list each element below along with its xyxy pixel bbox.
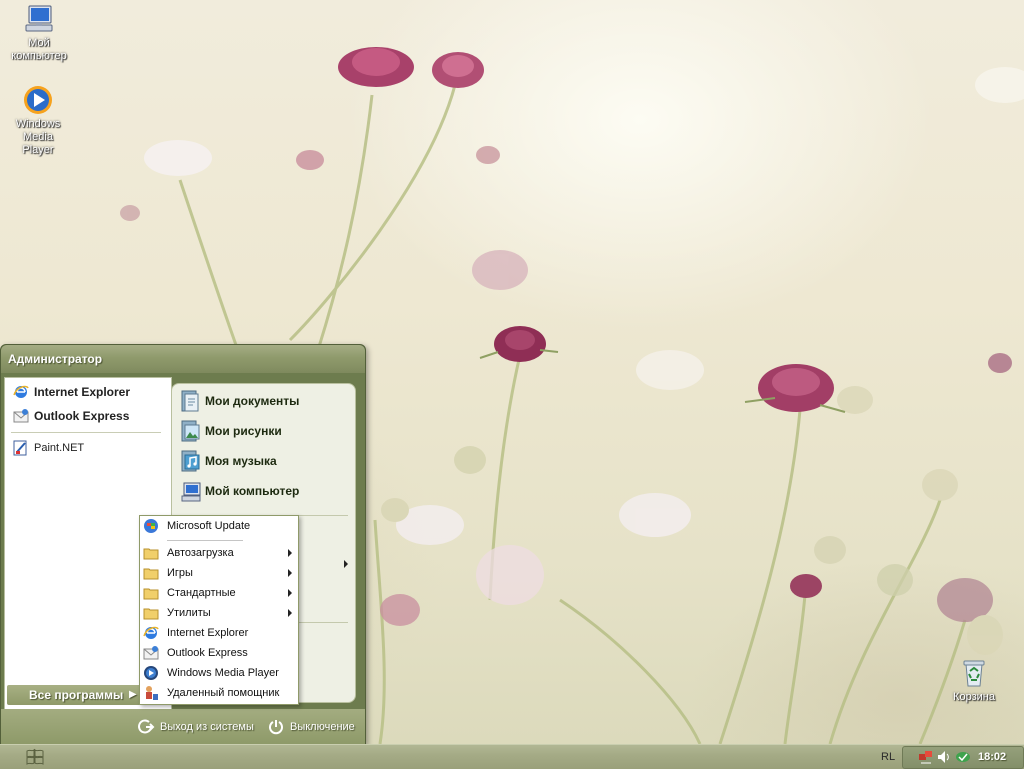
paint-net-icon bbox=[13, 440, 27, 456]
program-label: Microsoft Update bbox=[167, 520, 251, 532]
power-icon bbox=[269, 720, 283, 735]
my-computer-icon bbox=[181, 482, 201, 502]
shutdown-label: Выключение bbox=[290, 721, 355, 733]
program-remote-assistance[interactable]: Удаленный помощник bbox=[140, 683, 298, 703]
pinned-item-label: Outlook Express bbox=[34, 409, 130, 423]
program-folder-utilities[interactable]: Утилиты bbox=[140, 603, 298, 623]
desktop-icon-windows-media-player[interactable]: Windows Media Player bbox=[0, 84, 76, 157]
program-folder-startup[interactable]: Автозагрузка bbox=[140, 543, 298, 563]
logoff-icon bbox=[138, 719, 155, 734]
documents-folder-icon bbox=[181, 390, 199, 412]
language-indicator[interactable]: RL bbox=[881, 745, 895, 769]
outlook-express-icon bbox=[13, 409, 29, 423]
desktop-icon-label: Корзина bbox=[953, 691, 995, 703]
user-name: Администратор bbox=[1, 345, 365, 373]
media-player-icon bbox=[144, 666, 158, 680]
program-folder-games[interactable]: Игры bbox=[140, 563, 298, 583]
program-internet-explorer[interactable]: Internet Explorer bbox=[140, 623, 298, 643]
program-folder-accessories[interactable]: Стандартные bbox=[140, 583, 298, 603]
folder-icon bbox=[143, 608, 159, 620]
program-label: Утилиты bbox=[167, 607, 211, 619]
recycle-bin-icon bbox=[963, 660, 985, 687]
all-programs-label: Все программы bbox=[29, 688, 124, 702]
recent-item-label: Paint.NET bbox=[34, 442, 85, 454]
internet-explorer-icon bbox=[13, 385, 29, 398]
folder-icon bbox=[143, 548, 159, 560]
remote-assistance-icon bbox=[146, 686, 158, 700]
program-label: Outlook Express bbox=[167, 647, 248, 659]
desktop-icon-label: компьютер bbox=[11, 50, 67, 62]
folder-icon bbox=[143, 568, 159, 580]
system-tray: 18:02 bbox=[902, 746, 1024, 769]
volume-icon[interactable] bbox=[936, 749, 952, 765]
arrow-right-icon bbox=[288, 549, 292, 557]
program-windows-media-player[interactable]: Windows Media Player bbox=[140, 663, 298, 683]
program-label: Стандартные bbox=[167, 587, 236, 599]
place-label: Мои рисунки bbox=[205, 424, 282, 438]
music-folder-icon bbox=[181, 450, 200, 472]
internet-explorer-icon bbox=[143, 626, 159, 639]
logoff-label: Выход из системы bbox=[160, 721, 254, 733]
pictures-folder-icon bbox=[181, 420, 200, 442]
program-label: Игры bbox=[167, 567, 193, 579]
place-label: Мой компьютер bbox=[205, 484, 300, 498]
program-label: Автозагрузка bbox=[167, 547, 234, 559]
program-microsoft-update[interactable]: Microsoft Update bbox=[140, 516, 298, 536]
desktop-icon-label: Мой bbox=[28, 37, 50, 49]
taskbar: RL 18:02 bbox=[0, 744, 1024, 769]
desktop-icon-my-computer[interactable]: Мой компьютер bbox=[1, 3, 77, 63]
outlook-express-icon bbox=[143, 646, 159, 660]
windows-logo-icon bbox=[26, 748, 44, 765]
place-label: Моя музыка bbox=[205, 454, 277, 468]
arrow-right-icon bbox=[288, 609, 292, 617]
separator bbox=[11, 432, 161, 433]
program-label: Удаленный помощник bbox=[167, 687, 280, 699]
desktop-icon-label: Windows Media bbox=[15, 118, 61, 143]
security-icon[interactable] bbox=[955, 749, 971, 765]
arrow-right-icon bbox=[288, 569, 292, 577]
arrow-right-icon bbox=[288, 589, 292, 597]
separator bbox=[167, 540, 243, 541]
program-label: Internet Explorer bbox=[167, 627, 249, 639]
start-button[interactable] bbox=[0, 745, 58, 769]
clock[interactable]: 18:02 bbox=[978, 747, 1006, 768]
pinned-item-label: Internet Explorer bbox=[34, 385, 131, 399]
my-computer-icon bbox=[25, 5, 53, 32]
arrow-right-icon bbox=[344, 560, 348, 568]
program-outlook-express[interactable]: Outlook Express bbox=[140, 643, 298, 663]
desktop-icon-label: Player bbox=[22, 144, 54, 156]
all-programs-menu: Microsoft Update Автозагрузка Игры Станд… bbox=[139, 515, 299, 705]
media-player-icon bbox=[24, 86, 52, 114]
program-label: Windows Media Player bbox=[167, 667, 279, 679]
windows-update-icon bbox=[144, 519, 158, 533]
desktop-icon-recycle-bin[interactable]: Корзина bbox=[936, 657, 1012, 704]
arrow-right-icon: ▶ bbox=[129, 689, 137, 700]
folder-icon bbox=[143, 588, 159, 600]
place-label: Мои документы bbox=[205, 394, 300, 408]
all-programs-button[interactable]: Все программы ▶ bbox=[7, 685, 141, 705]
network-icon[interactable] bbox=[918, 749, 934, 765]
